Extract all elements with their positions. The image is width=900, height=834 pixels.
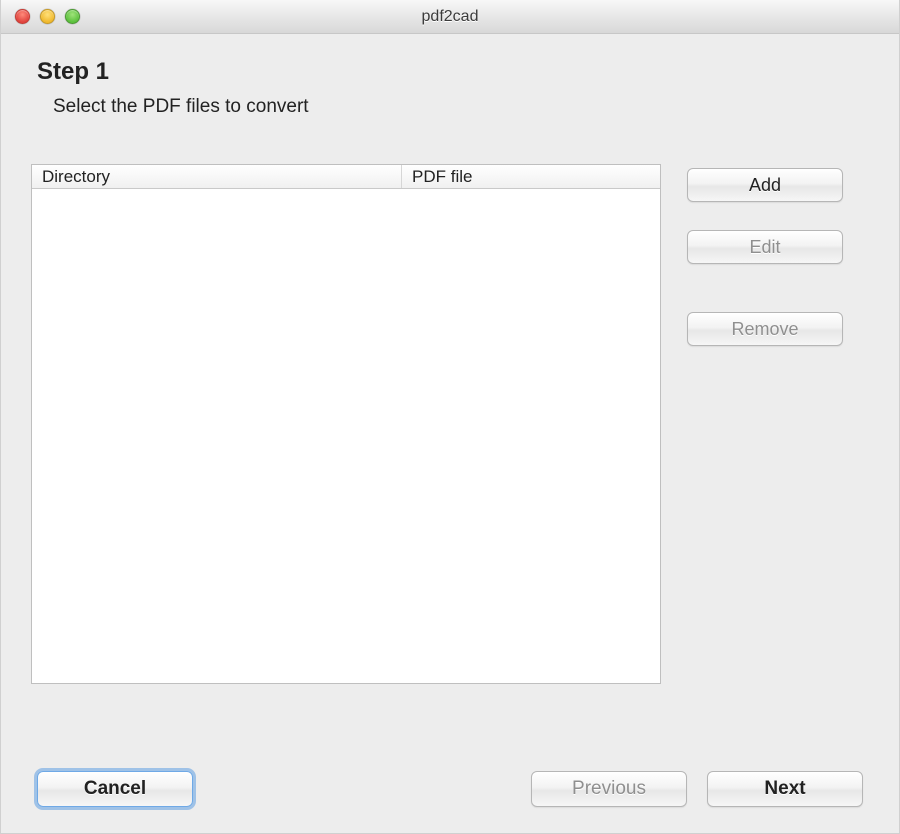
zoom-window-button[interactable] — [65, 9, 80, 24]
close-window-button[interactable] — [15, 9, 30, 24]
step-title: Step 1 — [37, 58, 863, 86]
next-button[interactable]: Next — [707, 771, 863, 807]
main-row: Directory PDF file Add Edit Remove — [31, 164, 869, 717]
column-header-directory[interactable]: Directory — [32, 165, 402, 188]
table-body-empty[interactable] — [32, 189, 660, 683]
wizard-footer: Cancel Previous Next — [31, 771, 869, 809]
window-title: pdf2cad — [1, 8, 899, 26]
footer-right: Previous Next — [531, 771, 863, 807]
remove-button: Remove — [687, 312, 843, 346]
add-button[interactable]: Add — [687, 168, 843, 202]
cancel-button[interactable]: Cancel — [37, 771, 193, 807]
titlebar: pdf2cad — [1, 0, 899, 34]
file-list-table[interactable]: Directory PDF file — [31, 164, 661, 684]
table-header: Directory PDF file — [32, 165, 660, 189]
previous-button: Previous — [531, 771, 687, 807]
edit-button: Edit — [687, 230, 843, 264]
column-header-pdffile[interactable]: PDF file — [402, 165, 660, 188]
side-buttons: Add Edit Remove — [687, 164, 843, 717]
step-description: Select the PDF files to convert — [53, 96, 869, 118]
wizard-content: Step 1 Select the PDF files to convert D… — [1, 34, 899, 833]
app-window: pdf2cad Step 1 Select the PDF files to c… — [0, 0, 900, 834]
minimize-window-button[interactable] — [40, 9, 55, 24]
traffic-lights — [1, 9, 80, 24]
